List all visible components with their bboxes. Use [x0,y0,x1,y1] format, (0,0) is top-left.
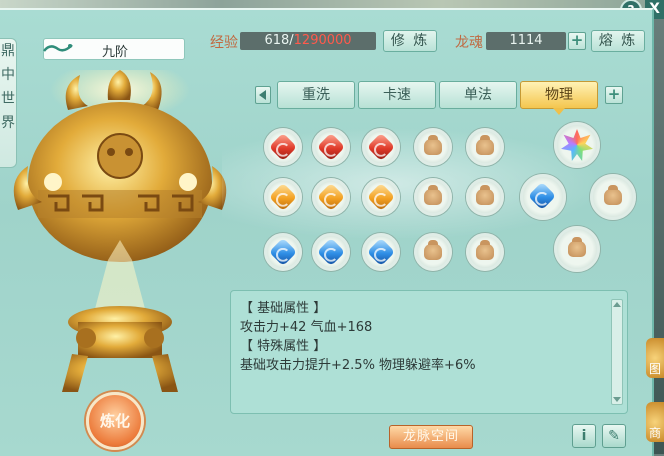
dragon-soul-label: 龙魂 [455,35,483,51]
attribute-info-box: 【 基础属性 】 攻击力+42 气血+168 【 特殊属性 】 基础攻击力提升+… [230,290,628,414]
info-scrollbar[interactable] [611,299,623,405]
gem-slot-orange[interactable] [362,178,400,216]
empty-slot[interactable] [414,178,452,216]
special-attr-title: 【 特殊属性 】 [240,339,327,354]
special-slot-rainbow[interactable] [554,122,600,168]
orange-gem-icon [316,182,346,212]
empty-slot[interactable] [466,233,504,271]
empty-slot[interactable] [414,128,452,166]
pouch-icon [568,237,586,257]
gem-slot-blue[interactable] [264,233,302,271]
special-attr-values: 基础攻击力提升+2.5% 物理躲避率+6% [240,358,476,373]
dragon-emblem-icon [43,44,73,52]
train-button[interactable]: 修 炼 [383,30,437,52]
tab-rewash[interactable]: 重洗 [277,81,355,109]
gem-slot-red[interactable] [312,128,350,166]
gem-slot-blue[interactable] [312,233,350,271]
gem-slot-orange[interactable] [312,178,350,216]
pouch-icon [476,185,494,205]
pouch-icon [424,240,442,260]
gem-slot-red[interactable] [362,128,400,166]
smelt-button[interactable]: 熔 炼 [591,30,645,52]
side-tab-char: 鼎 [1,43,15,59]
pouch-icon [424,135,442,155]
scroll-down-icon[interactable] [613,397,621,402]
special-slot-blue[interactable] [520,174,566,220]
add-tab-button[interactable]: + [605,86,623,104]
scroll-up-icon[interactable] [613,302,621,307]
special-slot-empty[interactable] [590,174,636,220]
cauldron-panel: 鼎 中 世 界 九阶 经验 618/1290000 修 炼 龙魂 1114 + … [0,8,654,456]
rainbow-star-gem-icon [561,129,593,161]
pouch-icon [476,135,494,155]
blue-gem-icon [268,237,298,267]
orange-gem-icon [366,182,396,212]
exp-value: 618/1290000 [240,32,376,50]
gem-slot-red[interactable] [264,128,302,166]
basic-attr-title: 【 基础属性 】 [240,301,327,316]
refine-button[interactable]: 炼化 [86,392,144,450]
red-gem-icon [268,132,298,162]
exp-label: 经验 [210,35,238,51]
shortcut-shop[interactable]: 商 [646,402,664,442]
tab-physical[interactable]: 物理 [520,81,598,115]
red-gem-icon [366,132,396,162]
pouch-icon [604,185,622,205]
golden-cauldron-illustration [13,70,227,392]
gem-slot-blue[interactable] [362,233,400,271]
shortcut-atlas[interactable]: 图 [646,338,664,378]
empty-slot[interactable] [414,233,452,271]
gem-slot-orange[interactable] [264,178,302,216]
info-button[interactable]: i [572,424,596,448]
blue-gem-icon [527,181,557,211]
level-label: 九阶 [102,45,129,60]
dragon-meridian-space-button[interactable]: 龙脉空间 [389,425,473,449]
shortcut-label: 商 [649,426,662,440]
empty-slot[interactable] [466,128,504,166]
add-soul-button[interactable]: + [568,32,586,50]
empty-slot[interactable] [466,178,504,216]
right-side-shortcuts: 图 商 [646,336,664,454]
dragon-soul-value: 1114 [486,32,566,50]
blue-gem-icon [366,237,396,267]
edit-button[interactable]: ✎ [602,424,626,448]
special-slot-empty[interactable] [554,226,600,272]
pouch-icon [424,185,442,205]
red-gem-icon [316,132,346,162]
blue-gem-icon [316,237,346,267]
tab-scroll-left-icon[interactable] [255,86,271,104]
exp-current: 618 [264,33,290,48]
pouch-icon [476,240,494,260]
basic-attr-values: 攻击力+42 气血+168 [240,320,373,335]
tab-card-speed[interactable]: 卡速 [358,81,436,109]
level-nameplate: 九阶 [43,38,185,60]
tab-single-magic[interactable]: 单法 [439,81,517,109]
exp-max: 1290000 [293,33,352,48]
orange-gem-icon [268,182,298,212]
shortcut-label: 图 [649,362,662,376]
